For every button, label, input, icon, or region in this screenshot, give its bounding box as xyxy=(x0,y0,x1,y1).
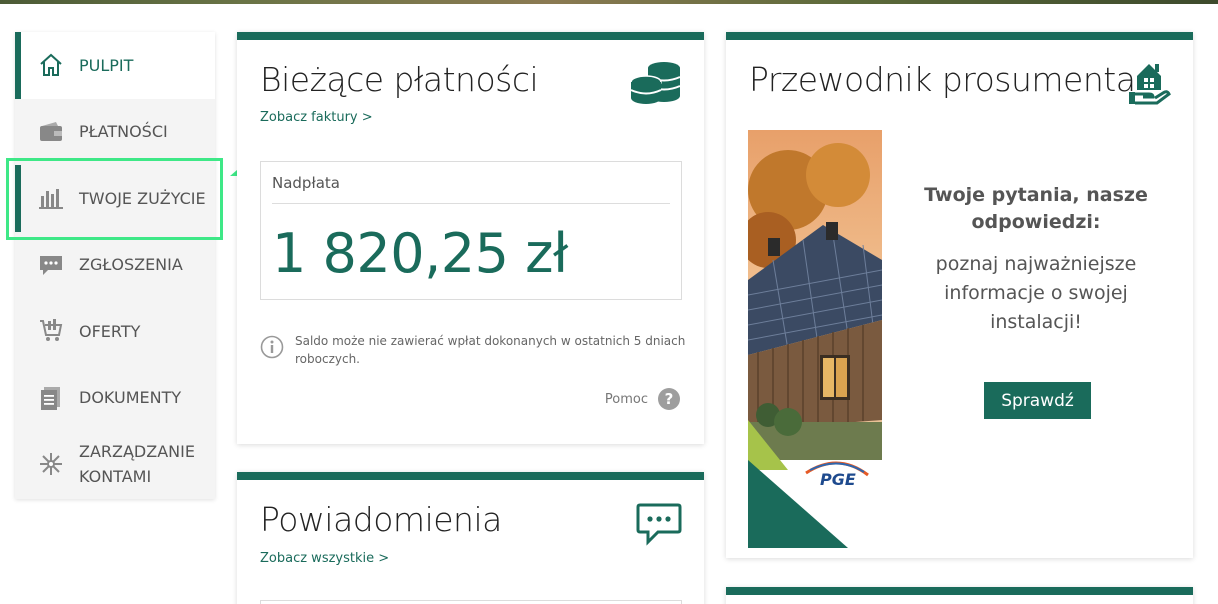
help-icon: ? xyxy=(658,388,680,410)
home-icon xyxy=(37,51,65,79)
promo-text: Twoje pytania, nasze odpowiedzi: poznaj … xyxy=(901,182,1171,337)
speech-bubble-icon xyxy=(636,502,682,550)
accounts-icon xyxy=(37,450,65,478)
sidebar-item-label: TWOJE ZUŻYCIE xyxy=(79,188,206,208)
pge-logo: PGE xyxy=(820,470,856,489)
cart-icon xyxy=(37,317,65,345)
balance-box: Nadpłata 1 820,25 zł xyxy=(260,161,682,300)
help-link[interactable]: Pomoc ? xyxy=(605,388,680,410)
sidebar-item-label: OFERTY xyxy=(79,321,141,341)
notifications-title: Powiadomienia xyxy=(260,500,502,539)
promo-body: poznaj najważniejsze informacje o swojej… xyxy=(935,253,1137,333)
sidebar-item-dokumenty[interactable]: DOKUMENTY xyxy=(15,365,215,432)
documents-icon xyxy=(37,384,65,412)
sidebar-item-platnosci[interactable]: PŁATNOŚCI xyxy=(15,99,215,166)
guide-title: Przewodnik prosumenta xyxy=(749,60,1136,99)
sidebar-item-label: ZARZĄDZANIE KONTAMI xyxy=(79,442,195,486)
next-card xyxy=(726,587,1193,604)
page-title: Bieżące płatności xyxy=(260,60,539,99)
header-image-strip xyxy=(0,0,1218,4)
sidebar-item-zarzadzanie-kontami[interactable]: ZARZĄDZANIE KONTAMI xyxy=(15,431,215,497)
see-all-notifications-link[interactable]: Zobacz wszystkie > xyxy=(260,551,389,566)
notifications-card: Powiadomienia Zobacz wszystkie > xyxy=(237,472,704,604)
sidebar-item-twoje-zuzycie[interactable]: TWOJE ZUŻYCIE xyxy=(15,165,215,232)
balance-note: Saldo może nie zawierać wpłat dokonanych… xyxy=(295,334,686,366)
sidebar-nav: PULPIT PŁATNOŚCI TWOJE ZUŻYCIE ZGŁOSZENI… xyxy=(15,32,215,499)
sidebar-item-label: ZGŁOSZENIA xyxy=(79,255,183,275)
divider xyxy=(272,203,670,204)
sidebar-item-label: DOKUMENTY xyxy=(79,388,182,408)
balance-label: Nadpłata xyxy=(272,174,340,192)
chat-icon xyxy=(37,251,65,279)
sidebar-item-pulpit[interactable]: PULPIT xyxy=(15,32,215,99)
promo-heading: Twoje pytania, nasze odpowiedzi: xyxy=(924,184,1148,233)
prosumer-guide-card: Przewodnik prosumenta PGE Twoje pytania,… xyxy=(726,32,1193,558)
house-hand-icon xyxy=(1127,60,1171,112)
wallet-icon xyxy=(37,118,65,146)
payments-card: Bieżące płatności Zobacz faktury > Nadpł… xyxy=(237,32,704,444)
bar-chart-icon xyxy=(37,184,65,212)
sidebar-item-label: PŁATNOŚCI xyxy=(79,122,168,142)
coins-icon xyxy=(630,60,682,110)
see-invoices-link[interactable]: Zobacz faktury > xyxy=(260,110,373,125)
promo-image: PGE xyxy=(748,130,882,548)
sidebar-item-oferty[interactable]: OFERTY xyxy=(15,298,215,365)
sidebar-item-zgloszenia[interactable]: ZGŁOSZENIA xyxy=(15,232,215,299)
check-button[interactable]: Sprawdź xyxy=(984,382,1091,419)
sidebar-item-label: PULPIT xyxy=(79,55,134,75)
info-icon xyxy=(260,335,284,363)
balance-amount: 1 820,25 zł xyxy=(272,222,568,285)
help-label: Pomoc xyxy=(604,391,648,407)
notification-item xyxy=(260,600,682,604)
